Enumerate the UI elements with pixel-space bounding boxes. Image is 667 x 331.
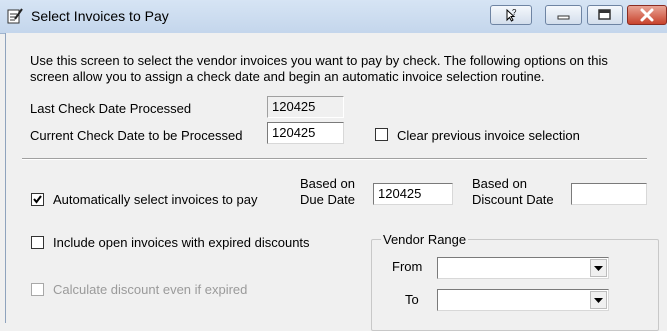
discount-date-label-line2: Discount Date: [472, 192, 554, 207]
svg-text:?: ?: [512, 8, 517, 17]
due-date-input[interactable]: 120425: [373, 183, 453, 205]
current-check-date-input[interactable]: 120425: [267, 122, 344, 144]
vendor-from-dropdown-button[interactable]: [590, 259, 607, 277]
vendor-from-dropdown[interactable]: [437, 257, 609, 279]
auto-select-checkbox[interactable]: [31, 193, 44, 206]
vendor-to-dropdown-button[interactable]: [590, 291, 607, 309]
calc-discount-checkbox: [31, 283, 44, 296]
maximize-button[interactable]: [587, 5, 623, 25]
discount-date-input[interactable]: [571, 183, 647, 205]
vendor-range-title: Vendor Range: [381, 232, 469, 247]
vendor-from-label: From: [392, 259, 423, 274]
window-title: Select Invoices to Pay: [31, 8, 169, 24]
due-date-label-line1: Based on: [300, 176, 355, 191]
notepad-pen-icon: [6, 7, 24, 25]
clear-previous-checkbox[interactable]: [375, 128, 388, 141]
separator-line: [22, 158, 647, 160]
include-expired-checkbox[interactable]: [31, 236, 44, 249]
discount-date-label-line1: Based on: [472, 176, 527, 191]
due-date-label-line2: Due Date: [300, 192, 355, 207]
help-button[interactable]: ?: [490, 5, 532, 25]
include-expired-label: Include open invoices with expired disco…: [53, 235, 310, 250]
minimize-button[interactable]: [545, 5, 582, 25]
calc-discount-label: Calculate discount even if expired: [53, 282, 248, 297]
instructions-text: Use this screen to select the vendor inv…: [30, 53, 608, 84]
last-check-date-field: 120425: [267, 96, 344, 118]
vendor-to-dropdown[interactable]: [437, 289, 609, 311]
clear-previous-label: Clear previous invoice selection: [397, 128, 580, 143]
vendor-to-label: To: [405, 292, 419, 307]
auto-select-label: Automatically select invoices to pay: [53, 192, 258, 207]
close-button[interactable]: [627, 5, 667, 25]
last-check-date-label: Last Check Date Processed: [30, 101, 192, 116]
current-check-date-label: Current Check Date to be Processed: [30, 128, 243, 143]
vendor-range-group: [371, 239, 659, 331]
title-bar: Select Invoices to Pay ?: [0, 0, 667, 34]
